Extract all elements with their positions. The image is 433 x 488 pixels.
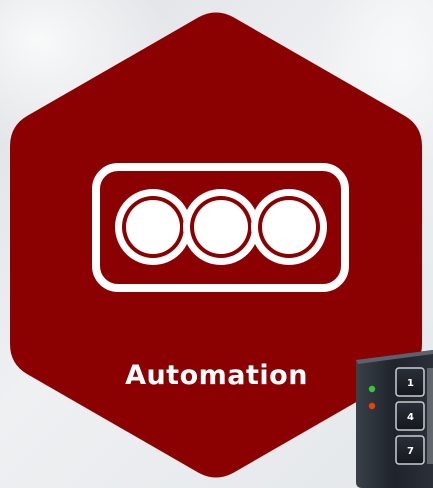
indicator-led-red (368, 402, 376, 410)
indicator-led-green (368, 385, 376, 393)
keypad-key-7: 7 (395, 435, 425, 465)
keypad-device: 1 4 7 (352, 346, 433, 488)
svg-text:7: 7 (407, 446, 414, 457)
keypad-key-1: 1 (395, 367, 425, 397)
keypad-key-4: 4 (395, 401, 425, 431)
svg-text:1: 1 (407, 378, 414, 389)
svg-text:4: 4 (407, 412, 414, 423)
